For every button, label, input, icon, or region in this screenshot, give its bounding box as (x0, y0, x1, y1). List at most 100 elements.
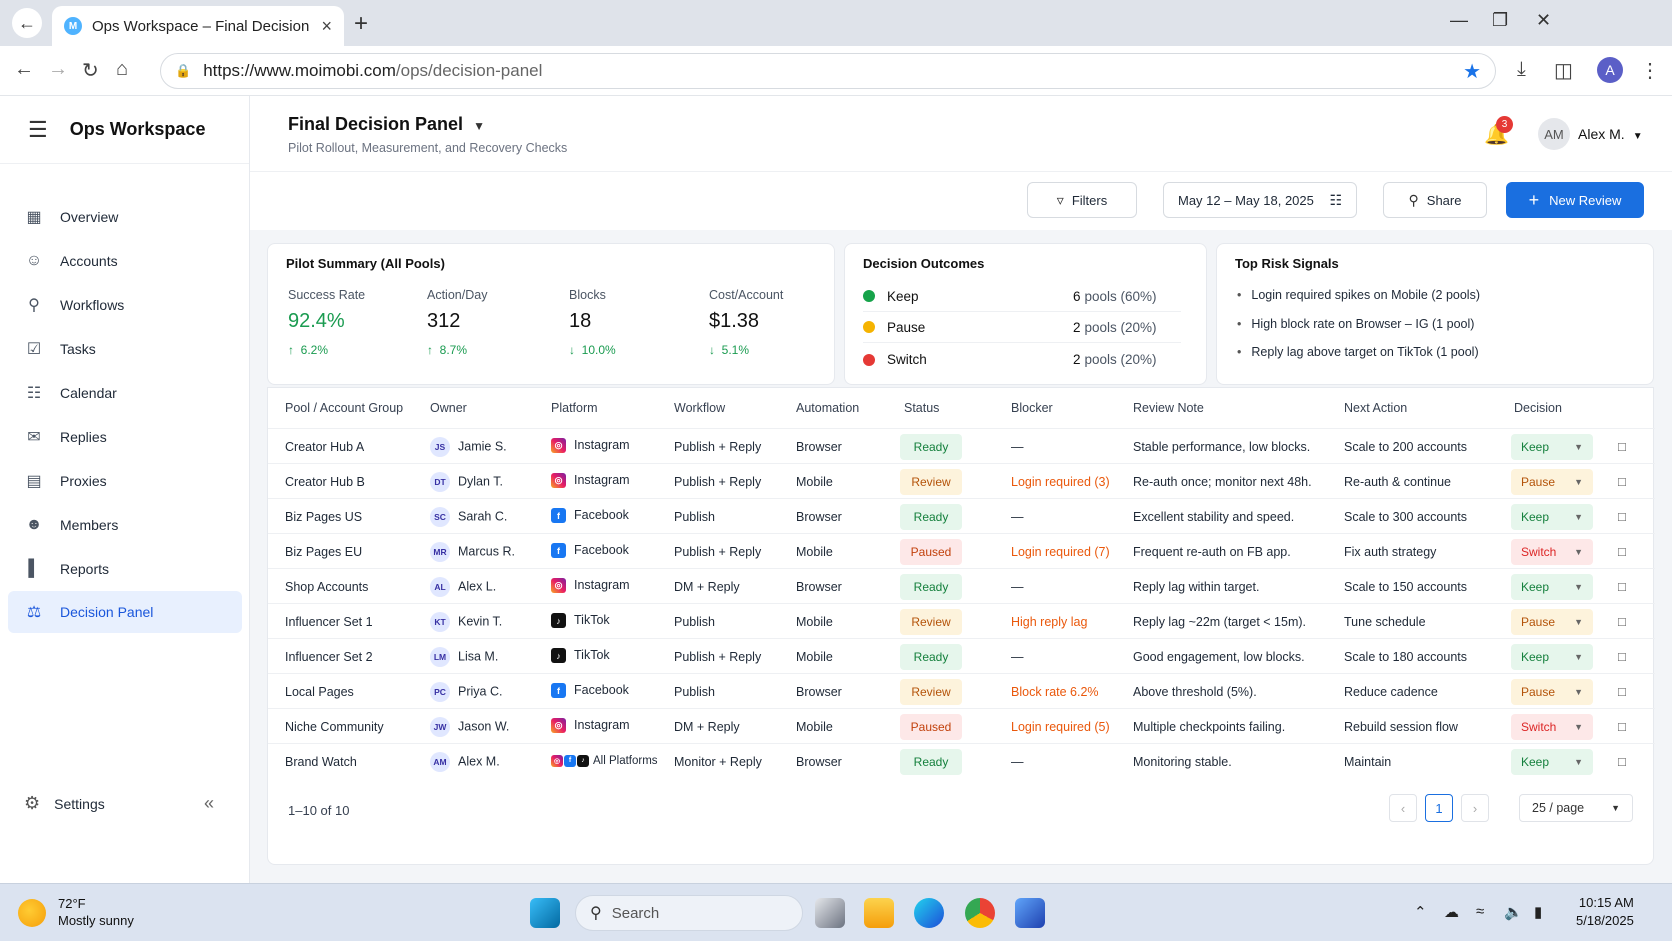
minimize-icon[interactable]: — (1450, 10, 1468, 31)
comment-icon[interactable]: □ (1618, 684, 1626, 699)
pool-name[interactable]: Creator Hub B (285, 475, 365, 489)
comment-icon[interactable]: □ (1618, 544, 1626, 559)
column-header[interactable]: Blocker (1011, 401, 1053, 415)
decision-select[interactable]: Pause ▼ (1511, 609, 1593, 635)
date-range-picker[interactable]: May 12 – May 18, 2025 ☷ (1163, 182, 1357, 218)
per-page-select[interactable]: 25 / page ▼ (1519, 794, 1633, 822)
sidebar-item-proxies[interactable]: ▤ Proxies (8, 460, 242, 502)
comment-icon[interactable]: □ (1618, 439, 1626, 454)
file-explorer-icon[interactable] (864, 898, 894, 928)
filters-button[interactable]: ▿ Filters (1027, 182, 1137, 218)
collapse-sidebar-icon[interactable]: « (204, 793, 214, 814)
table-row[interactable]: Biz Pages EU MR Marcus R. f Facebook Publish … (268, 533, 1655, 570)
decision-select[interactable]: Keep ▼ (1511, 574, 1593, 600)
sidebar-item-accounts[interactable]: ☺ Accounts (8, 240, 242, 282)
sidebar-item-members[interactable]: ☻ Members (8, 504, 242, 546)
table-row[interactable]: Shop Accounts AL Alex L. ◎ Instagram DM + Rep… (268, 568, 1655, 605)
column-header[interactable]: Review Note (1133, 401, 1204, 415)
new-tab-icon[interactable]: + (354, 10, 368, 38)
decision-select[interactable]: Keep ▼ (1511, 504, 1593, 530)
prev-page-icon[interactable]: ‹ (1389, 794, 1417, 822)
pool-name[interactable]: Influencer Set 1 (285, 615, 373, 629)
sidebar-item-workflows[interactable]: ⚲ Workflows (8, 284, 242, 326)
system-clock[interactable]: 10:15 AM 5/18/2025 (1576, 894, 1634, 930)
pool-name[interactable]: Biz Pages EU (285, 545, 362, 559)
decision-select[interactable]: Keep ▼ (1511, 644, 1593, 670)
table-row[interactable]: Local Pages PC Priya C. f Facebook Publish Bro… (268, 673, 1655, 710)
pool-name[interactable]: Niche Community (285, 720, 384, 734)
back-icon[interactable]: ← (12, 8, 42, 38)
decision-select[interactable]: Keep ▼ (1511, 434, 1593, 460)
decision-select[interactable]: Switch ▼ (1511, 539, 1593, 565)
more-menu-icon[interactable]: ⋮ (1640, 58, 1660, 83)
pool-name[interactable]: Local Pages (285, 685, 354, 699)
column-header[interactable]: Platform (551, 401, 598, 415)
maximize-icon[interactable]: ❐ (1492, 10, 1508, 31)
comment-icon[interactable]: □ (1618, 649, 1626, 664)
home-icon[interactable]: ⌂ (116, 58, 128, 81)
chrome-browser-icon[interactable] (965, 898, 995, 928)
sidebar-item-settings[interactable]: ⚙ Settings (24, 793, 105, 814)
hamburger-menu-icon[interactable]: ☰ (28, 117, 48, 143)
sidebar-item-replies[interactable]: ✉ Replies (8, 416, 242, 458)
network-cloud-icon[interactable]: ☁ (1444, 903, 1459, 921)
user-avatar[interactable]: AM (1538, 118, 1570, 150)
pool-name[interactable]: Influencer Set 2 (285, 650, 373, 664)
weather-widget[interactable]: 72°F Mostly sunny (58, 895, 134, 929)
wifi-icon[interactable]: ≈ (1476, 903, 1484, 920)
browser-tab[interactable]: M Ops Workspace – Final Decision × (52, 6, 344, 46)
table-row[interactable]: Influencer Set 2 LM Lisa M. ♪ TikTok Publish … (268, 638, 1655, 675)
download-icon[interactable]: ⤓ (1517, 58, 1526, 81)
photos-app-icon[interactable] (1015, 898, 1045, 928)
battery-icon[interactable]: ▮ (1534, 903, 1542, 921)
table-row[interactable]: Brand Watch AM Alex M. ◎ f ♪ All Platforms Moni… (268, 743, 1655, 780)
close-tab-icon[interactable]: × (321, 16, 332, 37)
weather-sun-icon[interactable] (18, 899, 46, 927)
column-header[interactable]: Automation (796, 401, 859, 415)
column-header[interactable]: Pool / Account Group (285, 401, 403, 415)
url-field[interactable]: 🔒 https://www.moimobi.com/ops/decision-p… (160, 53, 1496, 89)
comment-icon[interactable]: □ (1618, 579, 1626, 594)
tray-chevron-up-icon[interactable]: ⌃ (1414, 903, 1427, 921)
comment-icon[interactable]: □ (1618, 719, 1626, 734)
share-button[interactable]: ⚲ Share (1383, 182, 1487, 218)
table-row[interactable]: Creator Hub B DT Dylan T. ◎ Instagram Publish… (268, 463, 1655, 500)
pool-name[interactable]: Creator Hub A (285, 440, 364, 454)
profile-avatar[interactable]: A (1597, 57, 1623, 83)
column-header[interactable]: Status (904, 401, 939, 415)
volume-icon[interactable]: 🔈 (1504, 903, 1523, 921)
next-page-icon[interactable]: › (1461, 794, 1489, 822)
page-button[interactable]: 1 (1425, 794, 1453, 822)
taskbar-search[interactable]: ⚲ Search (575, 895, 803, 931)
decision-select[interactable]: Pause ▼ (1511, 679, 1593, 705)
column-header[interactable]: Next Action (1344, 401, 1407, 415)
comment-icon[interactable]: □ (1618, 614, 1626, 629)
close-window-icon[interactable]: ✕ (1536, 10, 1551, 31)
user-menu[interactable]: Alex M. ▼ (1578, 126, 1643, 142)
new-review-button[interactable]: + New Review (1506, 182, 1644, 218)
table-row[interactable]: Influencer Set 1 KT Kevin T. ♪ TikTok Publish… (268, 603, 1655, 640)
sidebar-item-decision-panel[interactable]: ⚖ Decision Panel (8, 591, 242, 633)
sidebar-item-overview[interactable]: ▦ Overview (8, 196, 242, 238)
pool-name[interactable]: Biz Pages US (285, 510, 362, 524)
sidebar-item-calendar[interactable]: ☷ Calendar (8, 372, 242, 414)
back-arrow-icon[interactable]: ← (14, 58, 34, 81)
table-row[interactable]: Niche Community JW Jason W. ◎ Instagram DM + … (268, 708, 1655, 745)
decision-select[interactable]: Switch ▼ (1511, 714, 1593, 740)
column-header[interactable]: Workflow (674, 401, 725, 415)
edge-browser-icon[interactable] (914, 898, 944, 928)
decision-select[interactable]: Pause ▼ (1511, 469, 1593, 495)
task-view-icon[interactable] (815, 898, 845, 928)
start-windows-icon[interactable] (530, 898, 560, 928)
decision-select[interactable]: Keep ▼ (1511, 749, 1593, 775)
table-row[interactable]: Biz Pages US SC Sarah C. f Facebook Publish Br… (268, 498, 1655, 535)
comment-icon[interactable]: □ (1618, 509, 1626, 524)
sidebar-item-tasks[interactable]: ☑ Tasks (8, 328, 242, 370)
sidebar-toggle-icon[interactable]: ◫ (1554, 58, 1573, 83)
column-header[interactable]: Owner (430, 401, 467, 415)
sidebar-item-reports[interactable]: ▌ Reports (8, 548, 242, 590)
table-row[interactable]: Creator Hub A JS Jamie S. ◎ Instagram Publish… (268, 428, 1655, 465)
bookmark-star-icon[interactable]: ★ (1463, 59, 1481, 84)
pool-name[interactable]: Brand Watch (285, 755, 357, 769)
column-header[interactable]: Decision (1514, 401, 1562, 415)
